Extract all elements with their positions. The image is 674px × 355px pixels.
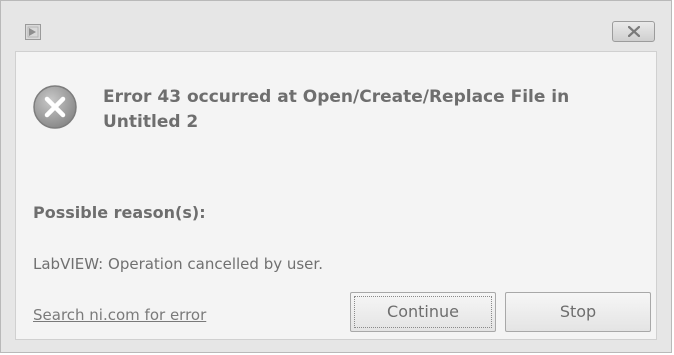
error-icon xyxy=(33,85,77,129)
reason-text: LabVIEW: Operation cancelled by user. xyxy=(33,255,323,273)
close-button[interactable] xyxy=(612,21,655,42)
close-icon xyxy=(628,26,640,37)
error-dialog-window: Error 43 occurred at Open/Create/Replace… xyxy=(0,0,672,353)
error-heading: Error 43 occurred at Open/Create/Replace… xyxy=(103,87,570,132)
dialog-body: Error 43 occurred at Open/Create/Replace… xyxy=(15,51,657,340)
title-bar[interactable] xyxy=(1,1,671,51)
continue-button[interactable]: Continue xyxy=(350,292,496,332)
continue-button-label: Continue xyxy=(387,302,459,321)
app-icon[interactable] xyxy=(25,24,41,40)
stop-button-label: Stop xyxy=(559,302,597,321)
stop-button[interactable]: Stop xyxy=(505,292,651,332)
possible-reasons-heading: Possible reason(s): xyxy=(33,203,206,222)
search-ni-link[interactable]: Search ni.com for error xyxy=(33,306,206,324)
